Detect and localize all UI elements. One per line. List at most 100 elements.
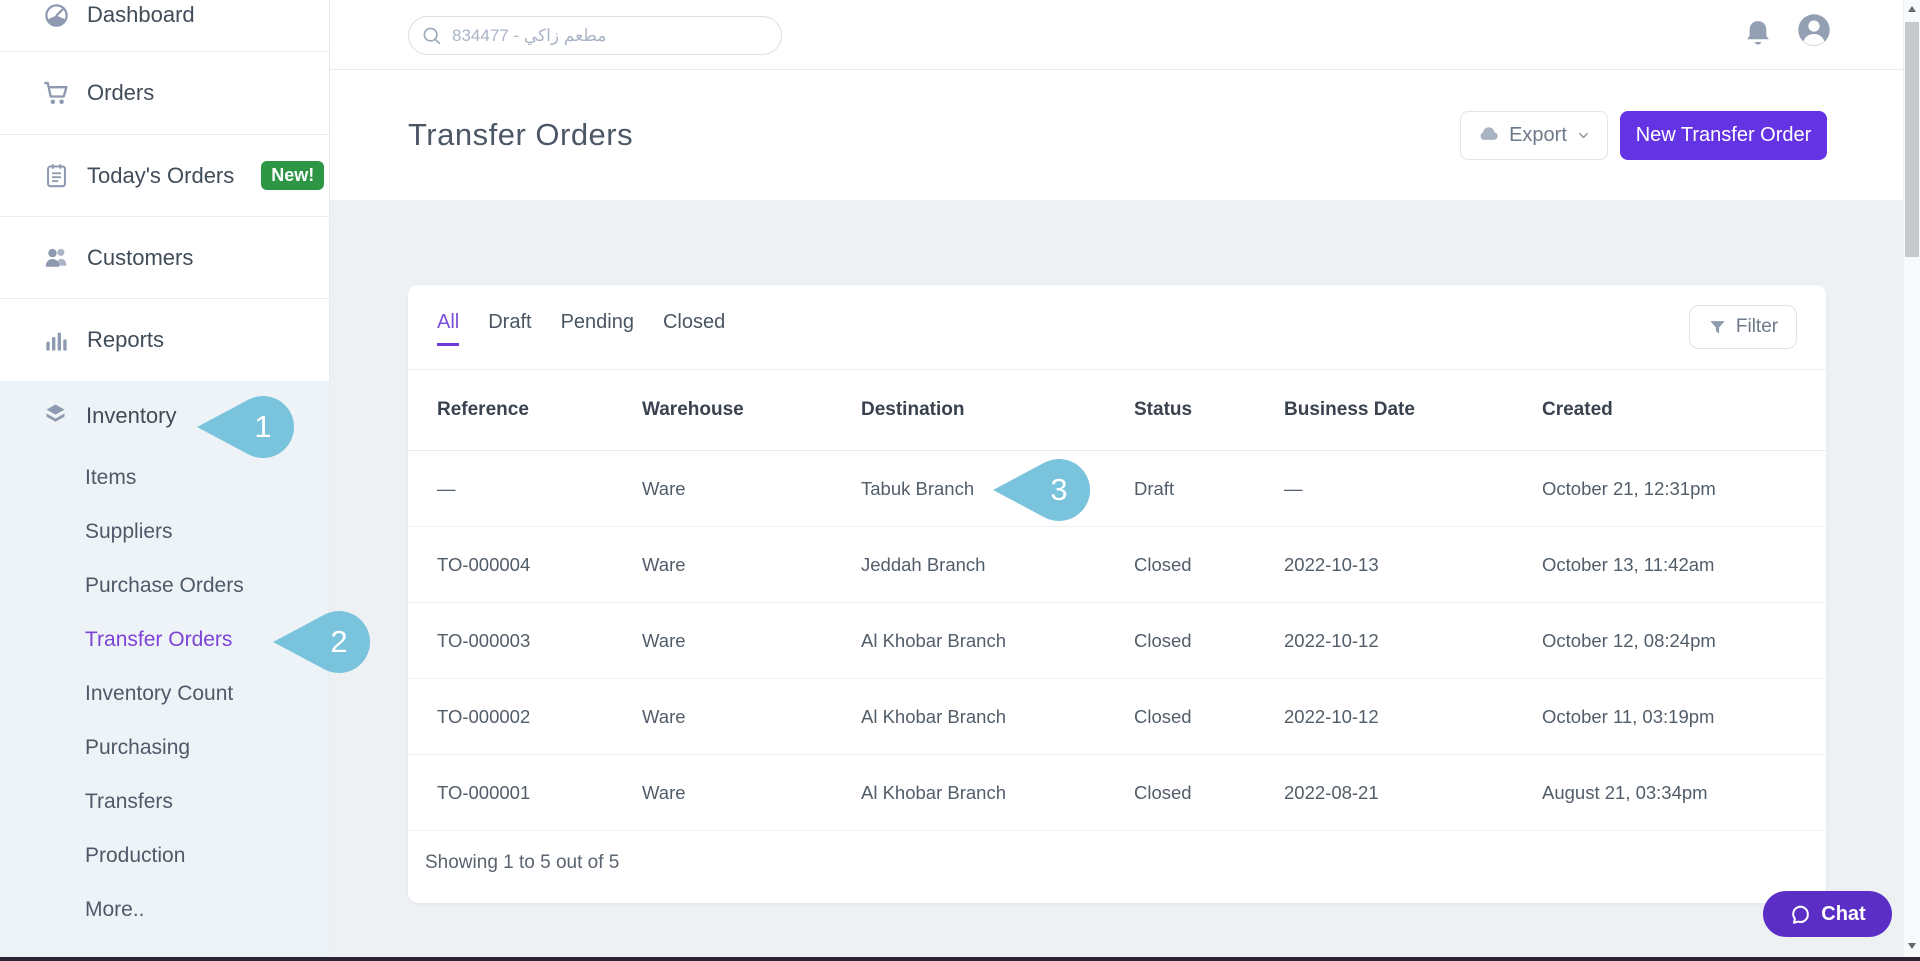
cell-business-date: 2022-10-12 — [1284, 630, 1542, 652]
cell-reference: TO-000002 — [437, 706, 642, 728]
tabs-row: All Draft Pending Closed Filter — [408, 285, 1826, 370]
column-header-status: Status — [1134, 399, 1284, 421]
cell-created: August 21, 03:34pm — [1542, 782, 1826, 804]
bar-chart-icon — [42, 326, 70, 354]
sidebar-item-orders[interactable]: Orders — [0, 52, 329, 135]
table-row[interactable]: TO-000003 Ware Al Khobar Branch Closed 2… — [408, 603, 1826, 679]
scrollbar-up-arrow[interactable] — [1908, 6, 1916, 12]
cell-status: Draft — [1134, 478, 1284, 500]
cell-destination: Al Khobar Branch — [861, 706, 1134, 728]
cell-status: Closed — [1134, 630, 1284, 652]
export-button[interactable]: Export — [1460, 111, 1608, 160]
sidebar-subitem-purchasing[interactable]: Purchasing — [0, 721, 329, 775]
clipboard-icon — [42, 162, 70, 190]
sidebar-item-todays-orders[interactable]: Today's Orders New! — [0, 135, 329, 217]
sidebar-subitem-purchase-orders[interactable]: Purchase Orders — [0, 559, 329, 613]
subitem-label: Suppliers — [85, 520, 173, 544]
new-badge: New! — [261, 161, 324, 190]
table-row[interactable]: TO-000001 Ware Al Khobar Branch Closed 2… — [408, 755, 1826, 831]
sidebar-item-label: Today's Orders — [87, 163, 234, 189]
sidebar-subitem-inventory-count[interactable]: Inventory Count — [0, 667, 329, 721]
sidebar-item-customers[interactable]: Customers — [0, 217, 329, 299]
chat-label: Chat — [1821, 903, 1865, 926]
sidebar-item-reports[interactable]: Reports — [0, 299, 329, 381]
app-window: Dashboard Orders Today's Orders New! Cus… — [0, 0, 1920, 961]
sidebar-subitem-production[interactable]: Production — [0, 829, 329, 883]
sidebar-item-label: Dashboard — [87, 2, 195, 28]
cell-business-date: 2022-08-21 — [1284, 782, 1542, 804]
sidebar-subitem-items[interactable]: Items — [0, 451, 329, 505]
people-icon — [42, 244, 70, 272]
column-header-business-date: Business Date — [1284, 399, 1542, 421]
transfer-orders-card: All Draft Pending Closed Filter Referenc… — [408, 285, 1826, 903]
sidebar-subitem-transfer-orders[interactable]: Transfer Orders — [0, 613, 329, 667]
sidebar-subitem-suppliers[interactable]: Suppliers — [0, 505, 329, 559]
subitem-label: Items — [85, 466, 136, 490]
cell-status: Closed — [1134, 782, 1284, 804]
cell-reference: TO-000004 — [437, 554, 642, 576]
chat-bubble-icon — [1789, 903, 1812, 926]
notifications-bell-icon[interactable] — [1743, 18, 1773, 55]
cell-created: October 21, 12:31pm — [1542, 478, 1826, 500]
subitem-label: More.. — [85, 898, 145, 922]
export-label: Export — [1509, 124, 1567, 147]
gauge-icon — [42, 1, 70, 29]
cell-warehouse: Ware — [642, 630, 861, 652]
cell-destination: Al Khobar Branch — [861, 630, 1134, 652]
search-box[interactable] — [408, 16, 782, 55]
table-row[interactable]: TO-000002 Ware Al Khobar Branch Closed 2… — [408, 679, 1826, 755]
cell-business-date: 2022-10-13 — [1284, 554, 1542, 576]
cell-reference: TO-000003 — [437, 630, 642, 652]
sidebar-item-label: Orders — [87, 80, 154, 106]
filter-label: Filter — [1736, 316, 1778, 338]
sidebar: Dashboard Orders Today's Orders New! Cus… — [0, 0, 330, 961]
cell-destination: Al Khobar Branch — [861, 782, 1134, 804]
cell-reference: TO-000001 — [437, 782, 642, 804]
chat-button[interactable]: Chat — [1763, 891, 1892, 937]
table-row[interactable]: — Ware Tabuk Branch Draft — October 21, … — [408, 451, 1826, 527]
table-row[interactable]: TO-000004 Ware Jeddah Branch Closed 2022… — [408, 527, 1826, 603]
column-header-warehouse: Warehouse — [642, 399, 861, 421]
filter-button[interactable]: Filter — [1689, 305, 1797, 349]
funnel-icon — [1708, 318, 1727, 337]
table-header-row: Reference Warehouse Destination Status B… — [408, 370, 1826, 451]
cell-status: Closed — [1134, 554, 1284, 576]
sidebar-item-dashboard[interactable]: Dashboard — [0, 0, 329, 52]
search-input[interactable] — [452, 26, 769, 46]
cell-destination: Jeddah Branch — [861, 554, 1134, 576]
subitem-label: Purchase Orders — [85, 574, 244, 598]
content-area: All Draft Pending Closed Filter Referenc… — [330, 200, 1903, 961]
cell-status: Closed — [1134, 706, 1284, 728]
topbar — [330, 0, 1903, 70]
cell-business-date: 2022-10-12 — [1284, 706, 1542, 728]
tab-draft[interactable]: Draft — [488, 311, 531, 346]
table-footer: Showing 1 to 5 out of 5 — [425, 831, 619, 895]
layers-icon — [42, 400, 69, 433]
scrollbar-down-arrow[interactable] — [1908, 943, 1916, 949]
sidebar-subitem-transfers[interactable]: Transfers — [0, 775, 329, 829]
sidebar-item-inventory[interactable]: Inventory — [0, 381, 329, 451]
page-scrollbar[interactable] — [1903, 0, 1920, 961]
user-avatar-icon[interactable] — [1796, 12, 1832, 53]
tab-pending[interactable]: Pending — [561, 311, 634, 346]
column-header-destination: Destination — [861, 399, 1134, 421]
chevron-down-icon — [1576, 128, 1591, 143]
cell-warehouse: Ware — [642, 478, 861, 500]
scrollbar-thumb[interactable] — [1905, 22, 1919, 257]
sidebar-item-label: Inventory — [86, 403, 177, 429]
sidebar-subitem-more[interactable]: More.. — [0, 883, 329, 937]
cart-icon — [42, 79, 70, 107]
page-title: Transfer Orders — [408, 117, 633, 153]
tab-closed[interactable]: Closed — [663, 311, 725, 346]
cell-business-date: — — [1284, 478, 1542, 500]
tab-all[interactable]: All — [437, 311, 459, 346]
cell-reference: — — [437, 478, 642, 500]
cell-destination: Tabuk Branch — [861, 478, 1134, 500]
cell-warehouse: Ware — [642, 706, 861, 728]
column-header-created: Created — [1542, 399, 1826, 421]
new-transfer-order-button[interactable]: New Transfer Order — [1620, 111, 1827, 160]
column-header-reference: Reference — [437, 399, 642, 421]
sidebar-item-label: Customers — [87, 245, 193, 271]
subitem-label: Transfers — [85, 790, 173, 814]
page-header: Transfer Orders Export New Transfer Orde… — [330, 70, 1903, 200]
